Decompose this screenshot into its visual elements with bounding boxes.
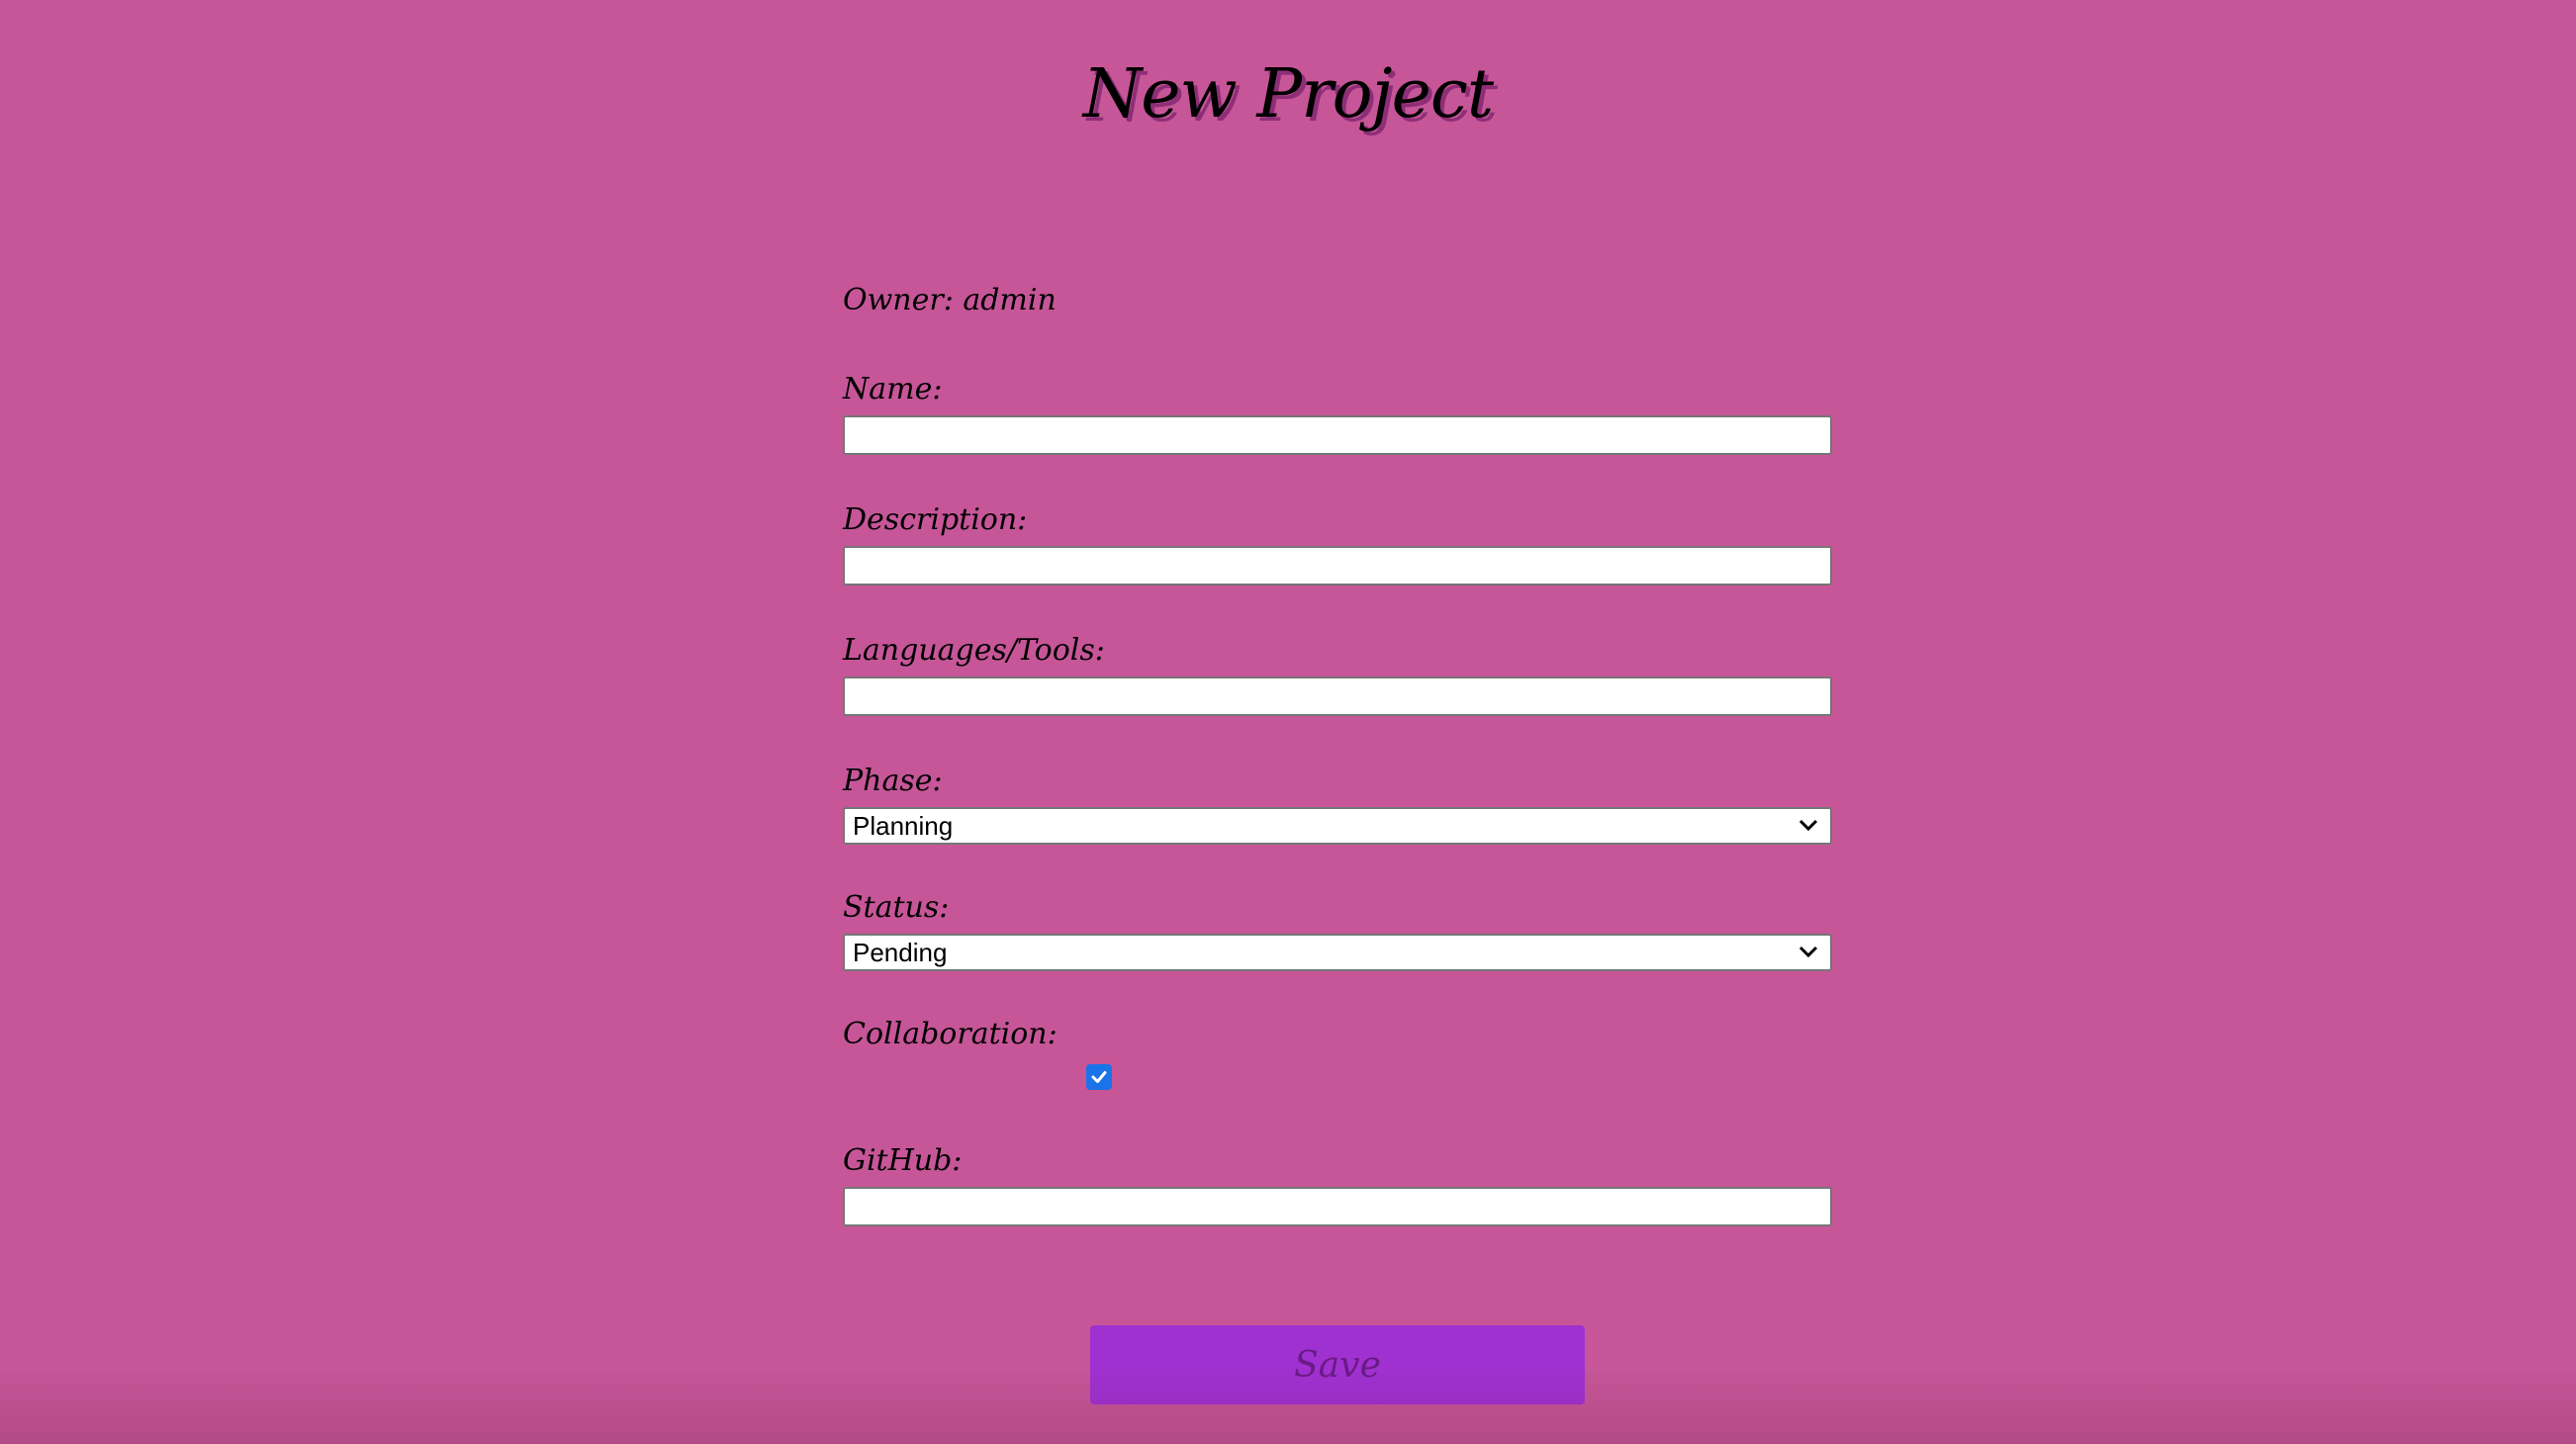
chevron-down-icon: [1794, 936, 1822, 969]
status-select[interactable]: Pending: [843, 934, 1832, 971]
collaboration-label: Collaboration:: [843, 1017, 1058, 1051]
phase-selected-value: Planning: [853, 811, 954, 841]
name-label: Name:: [843, 372, 943, 406]
collaboration-checkbox[interactable]: [1086, 1064, 1112, 1090]
checkmark-icon: [1091, 1071, 1107, 1083]
owner-label: Owner:: [843, 283, 954, 317]
owner-line: Owner: admin: [843, 283, 1057, 318]
languages-tools-label: Languages/Tools:: [843, 633, 1105, 668]
page-title: New Project: [1082, 55, 1495, 134]
phase-select[interactable]: Planning: [843, 807, 1832, 845]
languages-tools-input[interactable]: [843, 677, 1832, 716]
description-input[interactable]: [843, 546, 1832, 586]
save-button[interactable]: Save: [1090, 1325, 1585, 1404]
name-input[interactable]: [843, 415, 1832, 455]
status-label: Status:: [843, 890, 950, 925]
chevron-down-icon: [1794, 809, 1822, 843]
description-label: Description:: [843, 502, 1028, 537]
status-selected-value: Pending: [853, 938, 948, 967]
github-input[interactable]: [843, 1187, 1832, 1226]
github-label: GitHub:: [843, 1143, 963, 1178]
phase-label: Phase:: [843, 764, 943, 798]
owner-value: admin: [963, 283, 1057, 317]
